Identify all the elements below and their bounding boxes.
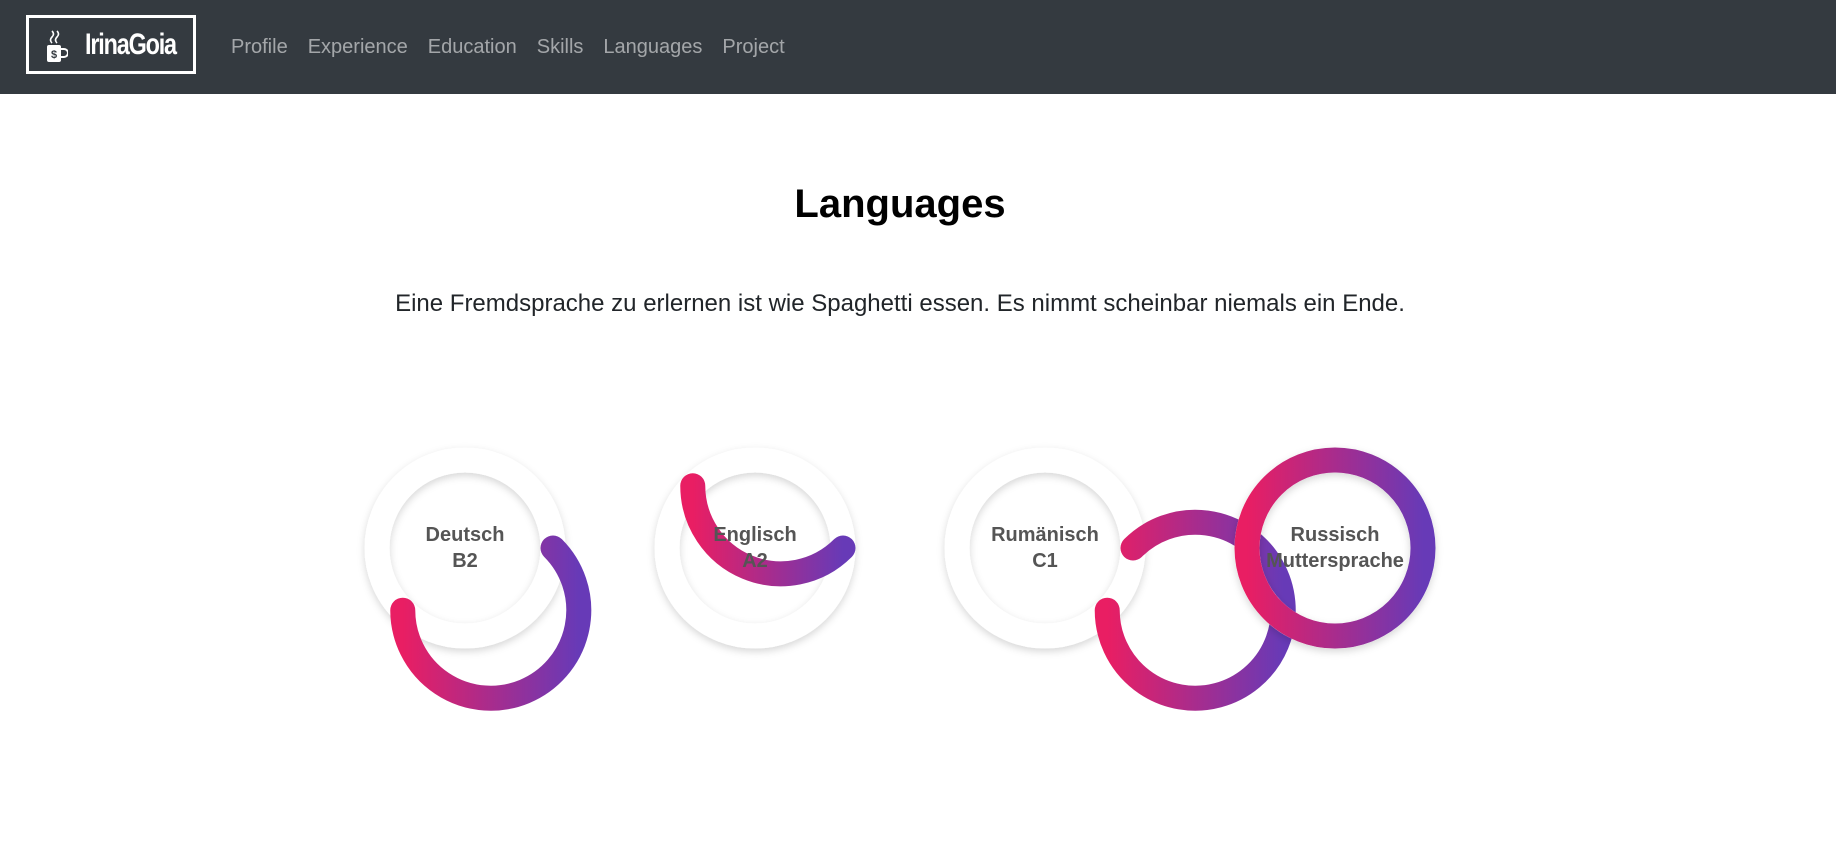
brand-name: IrinaGoia: [85, 28, 177, 61]
language-level: Muttersprache: [1266, 550, 1404, 572]
svg-text:$: $: [51, 49, 57, 61]
language-progress-rumaenisch: Rumänisch C1: [943, 446, 1296, 711]
language-label: Deutsch B2: [363, 446, 567, 650]
navbar: $ IrinaGoia Profile Experience Education…: [0, 0, 1836, 94]
section-quote: Eine Fremdsprache zu erlernen ist wie Sp…: [395, 290, 1405, 317]
nav-link-languages[interactable]: Languages: [593, 36, 712, 59]
language-name: Rumänisch: [991, 524, 1099, 546]
language-level: A2: [742, 550, 768, 572]
language-progress-deutsch: Deutsch B2: [363, 446, 592, 711]
language-level: B2: [452, 550, 478, 572]
language-name: Russisch: [1290, 524, 1380, 546]
nav-link-experience[interactable]: Experience: [298, 36, 418, 59]
language-name: Englisch: [713, 524, 797, 546]
nav-links: Profile Experience Education Skills Lang…: [231, 0, 795, 94]
language-label: Russisch Muttersprache: [1233, 446, 1437, 650]
language-name: Deutsch: [425, 524, 505, 546]
language-progress-englisch: Englisch A2: [653, 446, 857, 650]
language-progress-russisch: Russisch Muttersprache: [1233, 446, 1437, 650]
language-label: Englisch A2: [653, 446, 857, 650]
brand-logo[interactable]: $ IrinaGoia: [26, 15, 196, 74]
coffee-mug-icon: $: [47, 30, 68, 62]
section-title: Languages: [794, 182, 1006, 226]
nav-link-education[interactable]: Education: [418, 36, 527, 59]
nav-link-profile[interactable]: Profile: [231, 36, 298, 59]
language-level: C1: [1032, 550, 1058, 572]
nav-link-skills[interactable]: Skills: [527, 36, 594, 59]
nav-link-project[interactable]: Project: [712, 36, 794, 59]
language-label: Rumänisch C1: [943, 446, 1147, 650]
